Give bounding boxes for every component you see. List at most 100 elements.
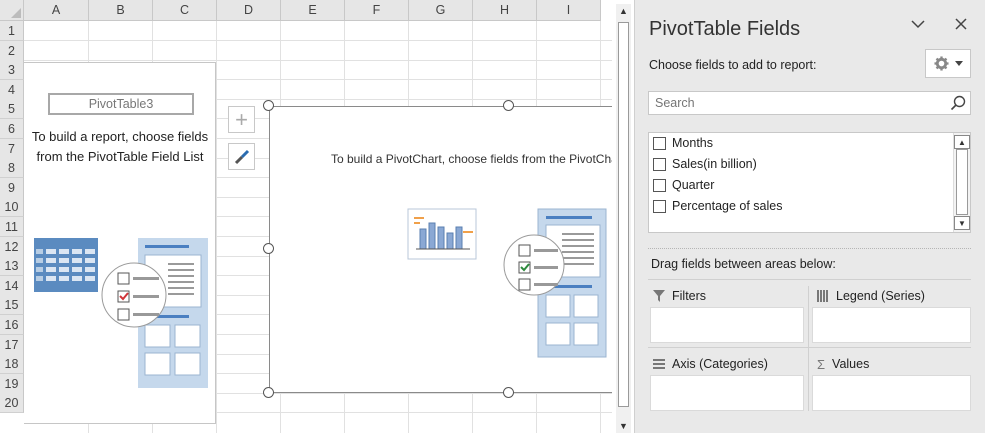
gridline (24, 40, 612, 41)
row-header[interactable]: 12 (0, 236, 24, 257)
row-header[interactable]: 6 (0, 119, 24, 139)
axis-area-header: Axis (Categories) (653, 354, 768, 374)
chart-resize-handle[interactable] (503, 387, 514, 398)
column-header[interactable]: E (281, 0, 345, 21)
pivot-table-illustration (34, 238, 208, 388)
search-icon[interactable] (950, 95, 966, 111)
drag-fields-label: Drag fields between areas below: (651, 257, 836, 271)
values-label: Values (832, 357, 870, 371)
pivot-chart-instruction: To build a PivotChart, choose fields fro… (331, 152, 612, 166)
pivot-table-instruction: To build a report, choose fields from th… (31, 129, 209, 164)
legend-area-header: Legend (Series) (817, 286, 925, 306)
row-header[interactable]: 14 (0, 275, 24, 296)
field-label: Sales(in billion) (672, 157, 757, 171)
row-header[interactable]: 15 (0, 295, 24, 316)
choose-fields-label: Choose fields to add to report: (649, 58, 817, 72)
column-header[interactable]: H (473, 0, 537, 21)
sigma-icon: Σ (817, 356, 826, 372)
chart-resize-handle[interactable] (263, 243, 274, 254)
pivot-chart-placeholder[interactable]: To build a PivotChart, choose fields fro… (269, 106, 612, 393)
row-header[interactable]: 18 (0, 354, 24, 375)
tools-button[interactable] (925, 49, 971, 78)
worksheet-grid[interactable]: ABCDEFGHI 1 2 3 4 5 6 7 8 9 10 11 12 13 14 15 16 17 18 19 2… (0, 0, 612, 433)
filter-icon (653, 290, 665, 302)
axis-drop-zone[interactable] (650, 375, 804, 411)
legend-label: Legend (Series) (836, 289, 925, 303)
pivot-table-placeholder[interactable]: PivotTable3 To build a report, choose fi… (24, 62, 216, 424)
field-item-months[interactable]: Months (653, 133, 713, 153)
row-header[interactable]: 20 (0, 393, 24, 414)
field-search[interactable] (648, 91, 971, 115)
pane-splitter[interactable] (648, 248, 971, 251)
search-input[interactable] (649, 92, 949, 114)
row-header[interactable]: 17 (0, 334, 24, 355)
scroll-thumb[interactable] (618, 22, 629, 407)
field-list: Months Sales(in billion) Quarter Percent… (648, 132, 971, 233)
row-header[interactable]: 19 (0, 373, 24, 394)
column-header[interactable]: G (409, 0, 473, 21)
chart-styles-button[interactable] (228, 143, 255, 170)
column-header[interactable]: B (89, 0, 153, 21)
chart-illustration (407, 208, 607, 358)
chart-resize-handle[interactable] (263, 100, 274, 111)
scroll-thumb[interactable] (956, 149, 968, 215)
select-all-corner[interactable] (0, 0, 24, 21)
chart-resize-handle[interactable] (263, 387, 274, 398)
row-header[interactable]: 3 (0, 60, 24, 81)
area-separator (808, 286, 809, 411)
column-header[interactable]: F (345, 0, 409, 21)
row-header[interactable]: 1 (0, 21, 24, 41)
close-icon (955, 18, 967, 30)
scroll-down-arrow-icon[interactable]: ▼ (954, 216, 970, 230)
legend-drop-zone[interactable] (812, 307, 971, 343)
field-checkbox[interactable] (653, 178, 666, 192)
field-list-scrollbar[interactable]: ▲ ▼ (953, 133, 970, 232)
scroll-down-arrow-icon[interactable]: ▼ (616, 419, 631, 433)
sheet-vertical-scrollbar[interactable]: ▲ ▼ (616, 4, 631, 433)
axis-label: Axis (Categories) (672, 357, 768, 371)
column-header[interactable]: A (24, 0, 89, 21)
pivottable-fields-pane: PivotTable Fields Choose fields to add t… (634, 0, 985, 433)
field-checkbox[interactable] (653, 157, 666, 171)
area-separator (648, 279, 971, 280)
filters-label: Filters (672, 289, 707, 303)
chevron-down-icon (911, 20, 925, 29)
scroll-up-arrow-icon[interactable]: ▲ (954, 135, 970, 149)
row-header[interactable]: 7 (0, 138, 24, 159)
filters-area-header: Filters (653, 286, 706, 306)
row-header[interactable]: 2 (0, 40, 24, 61)
row-header[interactable]: 4 (0, 79, 24, 100)
row-header[interactable]: 8 (0, 158, 24, 179)
row-header[interactable]: 11 (0, 217, 24, 237)
field-checkbox[interactable] (653, 199, 666, 213)
row-header[interactable]: 13 (0, 256, 24, 277)
field-item-percentage-of-sales[interactable]: Percentage of sales (653, 196, 783, 216)
column-header[interactable]: C (153, 0, 217, 21)
gear-icon (933, 56, 949, 71)
column-header[interactable]: I (537, 0, 601, 21)
field-item-quarter[interactable]: Quarter (653, 175, 714, 195)
field-label: Percentage of sales (672, 199, 783, 213)
field-label: Quarter (672, 178, 715, 192)
row-header[interactable]: 9 (0, 177, 24, 198)
chart-resize-handle[interactable] (503, 100, 514, 111)
field-label: Months (672, 136, 713, 150)
legend-icon (817, 290, 828, 302)
column-header[interactable]: D (217, 0, 281, 21)
pane-options-button[interactable] (910, 16, 926, 37)
scroll-up-arrow-icon[interactable]: ▲ (616, 4, 631, 18)
values-drop-zone[interactable] (812, 375, 971, 411)
values-area-header: Σ Values (817, 354, 869, 374)
pane-close-button[interactable] (953, 16, 969, 37)
filters-drop-zone[interactable] (650, 307, 804, 343)
gridline (216, 21, 217, 433)
chart-elements-button[interactable]: + (228, 106, 255, 133)
caret-down-icon (954, 61, 963, 66)
pivot-table-name: PivotTable3 (48, 93, 194, 115)
field-item-sales[interactable]: Sales(in billion) (653, 154, 757, 174)
pane-title: PivotTable Fields (649, 18, 801, 40)
row-header[interactable]: 16 (0, 315, 24, 335)
row-header[interactable]: 10 (0, 197, 24, 218)
field-checkbox[interactable] (653, 136, 666, 150)
row-header[interactable]: 5 (0, 99, 24, 120)
